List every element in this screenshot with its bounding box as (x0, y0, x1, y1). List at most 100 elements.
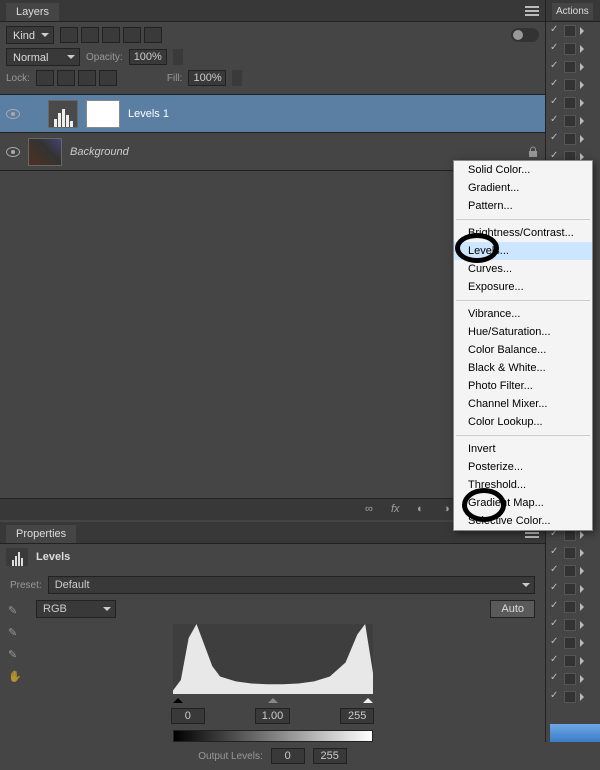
expand-arrow-icon[interactable] (580, 27, 588, 35)
menu-item[interactable]: Levels... (454, 242, 592, 260)
mid-point-slider[interactable] (268, 693, 278, 703)
actions-tab[interactable]: Actions (552, 3, 593, 20)
actions-row[interactable] (546, 688, 600, 706)
filter-shape-icon[interactable] (123, 27, 141, 43)
action-check-icon[interactable] (550, 116, 560, 126)
actions-row[interactable] (546, 544, 600, 562)
action-check-icon[interactable] (550, 584, 560, 594)
action-dialog-icon[interactable] (564, 43, 576, 55)
action-check-icon[interactable] (550, 602, 560, 612)
visibility-eye-icon[interactable] (6, 147, 20, 157)
action-check-icon[interactable] (550, 566, 560, 576)
lock-all-icon[interactable] (99, 70, 117, 86)
fill-scrub-icon[interactable] (232, 70, 242, 86)
expand-arrow-icon[interactable] (580, 603, 588, 611)
action-check-icon[interactable] (550, 620, 560, 630)
action-dialog-icon[interactable] (564, 601, 576, 613)
actions-row[interactable] (546, 580, 600, 598)
expand-arrow-icon[interactable] (580, 639, 588, 647)
lock-position-icon[interactable] (78, 70, 96, 86)
expand-arrow-icon[interactable] (580, 117, 588, 125)
actions-row[interactable] (546, 670, 600, 688)
input-white-field[interactable]: 255 (340, 708, 374, 724)
menu-item[interactable]: Curves... (454, 260, 592, 278)
filter-adjustment-icon[interactable] (81, 27, 99, 43)
expand-arrow-icon[interactable] (580, 531, 588, 539)
actions-row[interactable] (546, 616, 600, 634)
action-dialog-icon[interactable] (564, 115, 576, 127)
action-dialog-icon[interactable] (564, 673, 576, 685)
action-dialog-icon[interactable] (564, 655, 576, 667)
visibility-eye-icon[interactable] (6, 109, 20, 119)
action-check-icon[interactable] (550, 80, 560, 90)
menu-item[interactable]: Pattern... (454, 197, 592, 215)
menu-item[interactable]: Photo Filter... (454, 377, 592, 395)
action-check-icon[interactable] (550, 62, 560, 72)
layer-name[interactable]: Levels 1 (128, 108, 169, 120)
layers-tab[interactable]: Layers (6, 3, 59, 21)
layer-mask-thumb[interactable] (86, 100, 120, 128)
action-dialog-icon[interactable] (564, 133, 576, 145)
expand-arrow-icon[interactable] (580, 675, 588, 683)
menu-item[interactable]: Vibrance... (454, 305, 592, 323)
expand-arrow-icon[interactable] (580, 693, 588, 701)
input-mid-field[interactable]: 1.00 (255, 708, 290, 724)
output-white-field[interactable]: 255 (313, 748, 347, 764)
action-dialog-icon[interactable] (564, 97, 576, 109)
lock-transparency-icon[interactable] (36, 70, 54, 86)
link-layers-icon[interactable]: ∞ (365, 503, 381, 517)
white-point-slider[interactable] (363, 693, 373, 703)
menu-item[interactable]: Black & White... (454, 359, 592, 377)
action-check-icon[interactable] (550, 134, 560, 144)
actions-row[interactable] (546, 112, 600, 130)
actions-row[interactable] (546, 76, 600, 94)
action-check-icon[interactable] (550, 548, 560, 558)
filter-type-icon[interactable] (102, 27, 120, 43)
actions-row[interactable] (546, 130, 600, 148)
filter-kind-dropdown[interactable]: Kind (6, 26, 54, 44)
expand-arrow-icon[interactable] (580, 63, 588, 71)
menu-item[interactable]: Brightness/Contrast... (454, 224, 592, 242)
actions-row[interactable] (546, 40, 600, 58)
layer-mask-icon[interactable]: ◐ (417, 503, 433, 517)
input-sliders[interactable] (173, 696, 373, 706)
action-dialog-icon[interactable] (564, 583, 576, 595)
actions-row[interactable] (546, 634, 600, 652)
gray-eyedropper-icon[interactable]: ✎ (8, 626, 24, 640)
output-gradient[interactable] (173, 730, 373, 742)
output-black-field[interactable]: 0 (271, 748, 305, 764)
opacity-scrub-icon[interactable] (173, 49, 183, 65)
opacity-field[interactable]: 100% (129, 49, 167, 65)
menu-item[interactable]: Hue/Saturation... (454, 323, 592, 341)
action-check-icon[interactable] (550, 530, 560, 540)
action-check-icon[interactable] (550, 656, 560, 666)
preset-dropdown[interactable]: Default (48, 576, 535, 594)
menu-item[interactable]: Posterize... (454, 458, 592, 476)
expand-arrow-icon[interactable] (580, 549, 588, 557)
action-dialog-icon[interactable] (564, 25, 576, 37)
black-eyedropper-icon[interactable]: ✎ (8, 604, 24, 618)
expand-arrow-icon[interactable] (580, 135, 588, 143)
black-point-slider[interactable] (173, 693, 183, 703)
expand-arrow-icon[interactable] (580, 99, 588, 107)
action-dialog-icon[interactable] (564, 79, 576, 91)
blend-mode-dropdown[interactable]: Normal (6, 48, 80, 66)
panel-menu-icon[interactable] (525, 6, 539, 16)
action-check-icon[interactable] (550, 26, 560, 36)
sample-icon[interactable]: ✋ (8, 670, 24, 684)
action-check-icon[interactable] (550, 674, 560, 684)
menu-item[interactable]: Channel Mixer... (454, 395, 592, 413)
action-check-icon[interactable] (550, 44, 560, 54)
expand-arrow-icon[interactable] (580, 621, 588, 629)
properties-tab[interactable]: Properties (6, 525, 76, 543)
expand-arrow-icon[interactable] (580, 657, 588, 665)
action-dialog-icon[interactable] (564, 637, 576, 649)
channel-dropdown[interactable]: RGB (36, 600, 116, 618)
layer-style-icon[interactable]: fx (391, 503, 407, 517)
menu-item[interactable]: Color Balance... (454, 341, 592, 359)
menu-item[interactable]: Color Lookup... (454, 413, 592, 431)
fill-field[interactable]: 100% (188, 70, 226, 86)
expand-arrow-icon[interactable] (580, 45, 588, 53)
actions-row[interactable] (546, 22, 600, 40)
actions-row[interactable] (546, 94, 600, 112)
